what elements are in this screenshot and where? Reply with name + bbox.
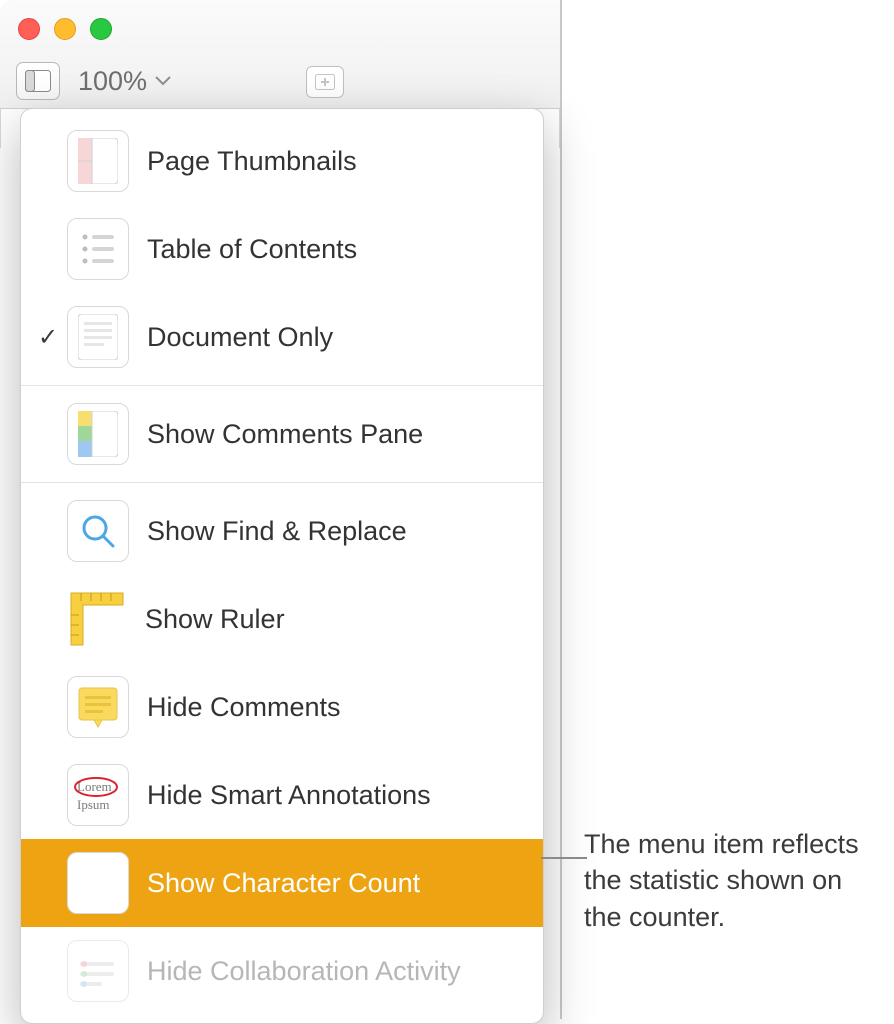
fullscreen-window-button[interactable]: [90, 18, 112, 40]
page-thumbnails-icon: [67, 130, 129, 192]
checkmark-icon: ✓: [31, 323, 65, 352]
plus-page-icon: [315, 74, 335, 90]
table-of-contents-icon: [67, 218, 129, 280]
character-count-icon: 42: [67, 852, 129, 914]
menu-separator: [21, 385, 543, 386]
close-window-button[interactable]: [18, 18, 40, 40]
menu-item-document-only[interactable]: ✓ Document Only: [21, 293, 543, 381]
view-menu-button[interactable]: [16, 62, 60, 100]
view-menu-popover: Page Thumbnails Table of Contents ✓: [20, 108, 544, 1024]
menu-item-page-thumbnails[interactable]: Page Thumbnails: [21, 117, 543, 205]
zoom-value: 100%: [78, 66, 147, 97]
menu-item-label: Document Only: [147, 322, 333, 353]
menu-item-label: Hide Comments: [147, 692, 341, 723]
menu-item-hide-collaboration-activity: Hide Collaboration Activity: [21, 927, 543, 1015]
titlebar: 100%: [0, 0, 560, 109]
menu-item-hide-smart-annotations[interactable]: Lorem Ipsum Hide Smart Annotations: [21, 751, 543, 839]
menu-item-show-character-count[interactable]: 42 Show Character Count: [21, 839, 543, 927]
comments-pane-icon: [67, 403, 129, 465]
count-badge-value: 42: [84, 868, 113, 899]
search-icon: [67, 500, 129, 562]
zoom-dropdown[interactable]: 100%: [78, 66, 171, 97]
menu-item-label: Show Find & Replace: [147, 516, 407, 547]
sidebar-icon: [25, 70, 51, 92]
smart-annotations-icon: Lorem Ipsum: [67, 764, 129, 826]
add-page-button[interactable]: [306, 66, 344, 98]
collaboration-activity-icon: [67, 940, 129, 1002]
document-only-icon: [67, 306, 129, 368]
menu-item-show-find-replace[interactable]: Show Find & Replace: [21, 487, 543, 575]
menu-item-label: Show Ruler: [145, 604, 285, 635]
menu-item-show-comments-pane[interactable]: Show Comments Pane: [21, 390, 543, 478]
toolbar: 100%: [16, 62, 171, 100]
menu-item-label: Table of Contents: [147, 234, 357, 265]
menu-item-label: Page Thumbnails: [147, 146, 357, 177]
ruler-icon: [67, 589, 127, 649]
menu-item-show-ruler[interactable]: Show Ruler: [21, 575, 543, 663]
menu-item-label: Show Comments Pane: [147, 419, 423, 450]
chevron-down-icon: [155, 76, 171, 86]
menu-item-hide-comments[interactable]: Hide Comments: [21, 663, 543, 751]
menu-item-label: Show Character Count: [147, 868, 420, 899]
svg-text:Ipsum: Ipsum: [77, 797, 110, 812]
menu-item-table-of-contents[interactable]: Table of Contents: [21, 205, 543, 293]
window-controls: [18, 18, 112, 40]
callout-leader-line: [541, 857, 587, 859]
sticky-note-icon: [67, 676, 129, 738]
menu-item-label: Hide Collaboration Activity: [147, 956, 461, 987]
callout-text: The menu item reflects the statistic sho…: [584, 826, 884, 935]
menu-separator: [21, 482, 543, 483]
minimize-window-button[interactable]: [54, 18, 76, 40]
menu-item-label: Hide Smart Annotations: [147, 780, 431, 811]
